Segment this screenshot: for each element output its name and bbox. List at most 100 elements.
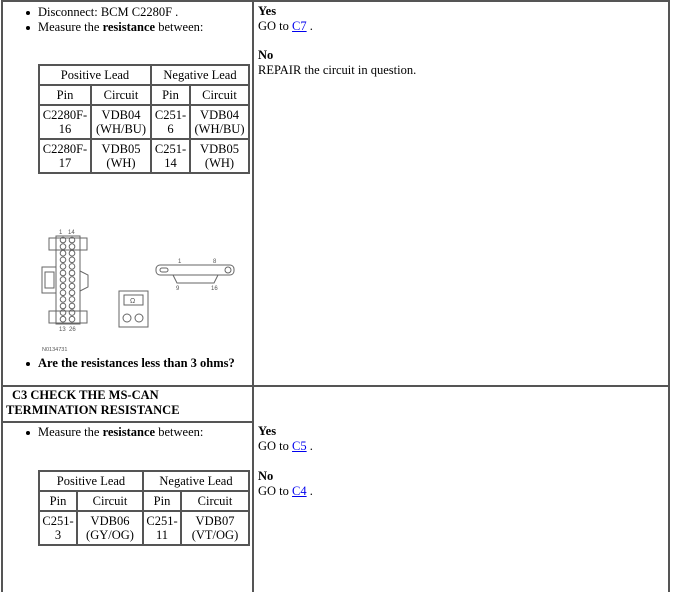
link-c5[interactable]: C5 bbox=[292, 439, 307, 453]
text: Measure the bbox=[38, 20, 103, 34]
cell: VDB04 (WH/BU) bbox=[90, 104, 152, 140]
col-header: Pin bbox=[38, 490, 78, 512]
cell: C251-11 bbox=[142, 510, 182, 546]
cell: VDB05 (WH) bbox=[90, 138, 152, 174]
table-row: C251-3 VDB06 (GY/OG) C251-11 VDB07 (VT/O… bbox=[38, 510, 250, 546]
pin-label: 13 bbox=[59, 327, 66, 333]
c2-bullet: Disconnect: BCM C2280F . bbox=[24, 5, 203, 20]
cell: VDB06 (GY/OG) bbox=[76, 510, 144, 546]
text: GO to bbox=[258, 439, 293, 453]
question-text: Are the resistances less than 3 ohms? bbox=[24, 356, 235, 371]
c2-answers: Yes GO to C7 . No REPAIR the circuit in … bbox=[258, 4, 416, 78]
group-header: Positive Lead bbox=[38, 64, 152, 86]
col-header: Pin bbox=[38, 84, 92, 106]
cell: VDB04 (WH/BU) bbox=[189, 104, 250, 140]
text: between: bbox=[155, 20, 204, 34]
border-right bbox=[668, 0, 670, 592]
c2-question: Are the resistances less than 3 ohms? bbox=[24, 356, 235, 371]
no-label: No bbox=[258, 48, 274, 62]
text: . bbox=[306, 484, 313, 498]
c2-instructions: Disconnect: BCM C2280F . Measure the res… bbox=[24, 5, 203, 35]
connector-pin bbox=[68, 296, 76, 303]
connector-pin bbox=[68, 282, 76, 290]
connector-pin bbox=[59, 263, 67, 270]
text: GO to bbox=[258, 19, 293, 33]
pin-label: 8 bbox=[213, 259, 217, 265]
cell: C2280F-17 bbox=[38, 138, 92, 174]
yes-label: Yes bbox=[258, 424, 277, 438]
figure-id: N0134731 bbox=[42, 347, 67, 353]
border-top bbox=[1, 0, 670, 2]
cell: VDB07 (VT/OG) bbox=[180, 510, 250, 546]
c3-answers: Yes GO to C5 . No GO to C4 . bbox=[258, 424, 313, 499]
col-header: Circuit bbox=[189, 84, 250, 106]
text-bold: resistance bbox=[102, 20, 156, 34]
c3-bullet: Measure the resistance between: bbox=[24, 425, 203, 440]
connector-pin bbox=[68, 243, 76, 250]
cell: C2280F-16 bbox=[38, 104, 92, 140]
row-divider bbox=[1, 385, 670, 387]
meter-symbol: Ω bbox=[130, 298, 135, 305]
table-row: C2280F-16 VDB04 (WH/BU) C251-6 VDB04 (WH… bbox=[38, 104, 250, 140]
col-header: Pin bbox=[150, 84, 191, 106]
link-c4[interactable]: C4 bbox=[292, 484, 307, 498]
text: Measure the bbox=[38, 425, 103, 439]
connector-pin bbox=[68, 263, 76, 270]
c3-pin-table: Positive Lead Negative Lead Pin Circuit … bbox=[38, 470, 250, 546]
pin-label: 9 bbox=[176, 286, 180, 292]
connector-pin bbox=[68, 302, 76, 310]
border-middle bbox=[252, 0, 254, 592]
connector-pin bbox=[59, 243, 67, 250]
col-header: Circuit bbox=[76, 490, 144, 512]
link-c7[interactable]: C7 bbox=[292, 19, 307, 33]
c3-title: C3 CHECK THE MS-CAN TERMINATION RESISTAN… bbox=[6, 388, 180, 417]
pin-label: 26 bbox=[69, 327, 76, 333]
text: . bbox=[306, 439, 313, 453]
cell: C251-14 bbox=[150, 138, 191, 174]
pin-label: 14 bbox=[68, 230, 75, 236]
group-header: Negative Lead bbox=[150, 64, 250, 86]
pin-label: 16 bbox=[211, 286, 218, 292]
connector-diagram: 1 14 13 26 Ω 1 8 9 16 N0134731 bbox=[41, 230, 235, 353]
group-header: Negative Lead bbox=[142, 470, 250, 492]
connector-pin bbox=[59, 269, 67, 277]
connector-pin bbox=[59, 289, 67, 297]
connector-b-icon bbox=[155, 264, 235, 284]
connector-pin bbox=[68, 269, 76, 277]
pin-label: 1 bbox=[59, 230, 63, 236]
c2-pin-table: Positive Lead Negative Lead Pin Circuit … bbox=[38, 64, 250, 174]
yes-action: GO to C7 . bbox=[258, 19, 416, 34]
connector-pin bbox=[59, 256, 67, 264]
connector-pin bbox=[68, 315, 76, 323]
connector-pin bbox=[59, 249, 67, 257]
title-divider bbox=[1, 421, 254, 423]
border-left bbox=[1, 0, 3, 592]
connector-a-icon bbox=[41, 235, 89, 325]
col-header: Circuit bbox=[180, 490, 250, 512]
connector-pin bbox=[68, 289, 76, 297]
connector-pin bbox=[59, 276, 67, 283]
cell: C251-6 bbox=[150, 104, 191, 140]
connector-pin bbox=[68, 249, 76, 257]
no-action: REPAIR the circuit in question. bbox=[258, 63, 417, 77]
connector-pin bbox=[59, 302, 67, 310]
connector-pin bbox=[59, 282, 67, 290]
text-bold: resistance bbox=[102, 425, 156, 439]
text: between: bbox=[155, 425, 204, 439]
connector-pin bbox=[68, 276, 76, 283]
connector-pin bbox=[59, 315, 67, 323]
col-header: Pin bbox=[142, 490, 182, 512]
no-action: GO to C4 . bbox=[258, 484, 313, 499]
cell: VDB05 (WH) bbox=[189, 138, 250, 174]
connector-pin bbox=[68, 256, 76, 264]
meter-icon bbox=[118, 290, 149, 328]
yes-label: Yes bbox=[258, 4, 277, 18]
text: . bbox=[306, 19, 313, 33]
c3-instructions: Measure the resistance between: bbox=[24, 425, 203, 440]
yes-action: GO to C5 . bbox=[258, 439, 313, 454]
col-header: Circuit bbox=[90, 84, 152, 106]
c2-bullet: Measure the resistance between: bbox=[24, 20, 203, 35]
connector-pin bbox=[59, 296, 67, 303]
pin-label: 1 bbox=[178, 259, 182, 265]
text: GO to bbox=[258, 484, 293, 498]
